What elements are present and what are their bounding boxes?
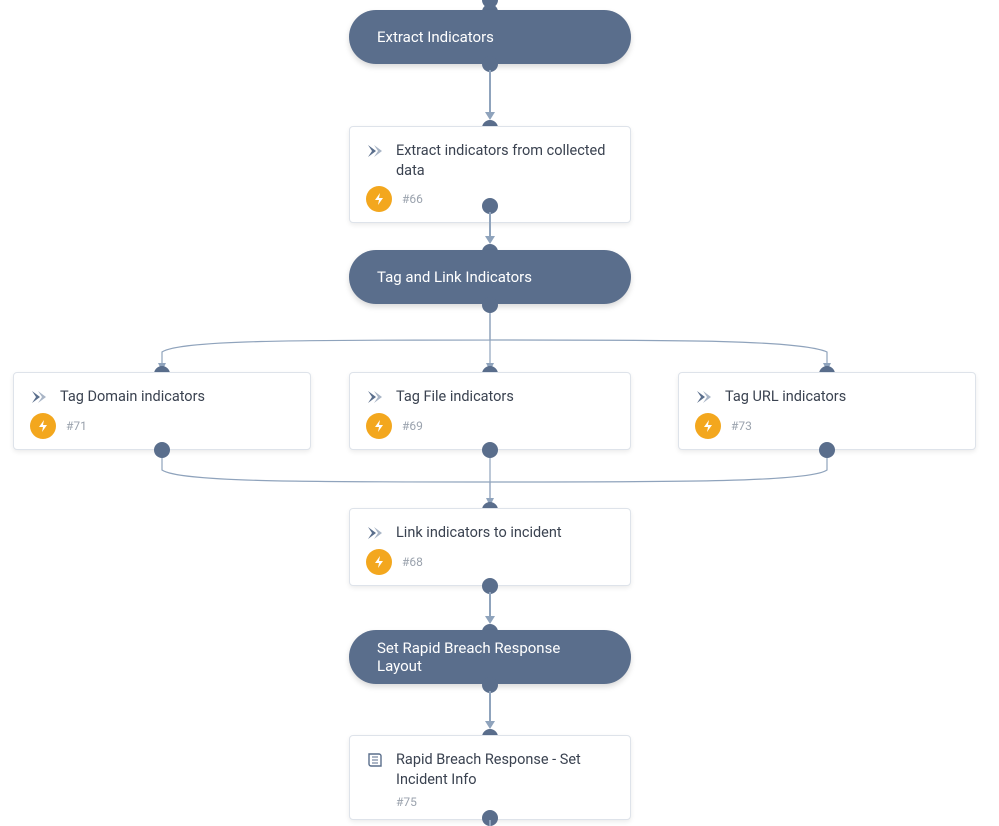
workflow-canvas: Extract Indicators Extract indicators fr… <box>0 0 999 826</box>
task-id: #69 <box>402 419 423 433</box>
connector <box>489 592 490 616</box>
connector <box>489 691 490 721</box>
task-title: Tag Domain indicators <box>60 387 205 407</box>
section-tag-and-link-indicators[interactable]: Tag and Link Indicators <box>349 250 631 304</box>
arrowhead <box>485 616 495 624</box>
chevron-right-icon <box>366 525 384 541</box>
bolt-icon <box>366 549 392 575</box>
connector <box>489 70 490 112</box>
task-title: Link indicators to incident <box>396 523 562 543</box>
bolt-icon <box>366 186 392 212</box>
port[interactable] <box>154 442 170 458</box>
task-title: Tag File indicators <box>396 387 514 407</box>
section-label: Tag and Link Indicators <box>377 268 532 286</box>
task-id: #68 <box>402 555 423 569</box>
arrowhead <box>485 721 495 729</box>
task-id: #73 <box>731 419 752 433</box>
chevron-right-icon <box>366 143 384 159</box>
arrowhead <box>485 236 495 244</box>
chevron-right-icon <box>695 389 713 405</box>
port[interactable] <box>819 442 835 458</box>
task-tag-file-indicators[interactable]: Tag File indicators #69 <box>349 372 631 450</box>
task-id: #75 <box>396 795 417 809</box>
section-label: Extract Indicators <box>377 28 494 46</box>
task-id: #66 <box>402 192 423 206</box>
task-title: Rapid Breach Response - Set Incident Inf… <box>396 750 614 789</box>
chevron-right-icon <box>30 389 48 405</box>
section-set-rapid-breach-response-layout[interactable]: Set Rapid Breach Response Layout <box>349 630 631 684</box>
bolt-icon <box>695 413 721 439</box>
task-tag-url-indicators[interactable]: Tag URL indicators #73 <box>678 372 976 450</box>
task-rapid-breach-response-set-incident-info[interactable]: Rapid Breach Response - Set Incident Inf… <box>349 735 631 820</box>
task-link-indicators-to-incident[interactable]: Link indicators to incident #68 <box>349 508 631 586</box>
chevron-right-icon <box>366 389 384 405</box>
book-icon <box>366 751 384 769</box>
task-id: #71 <box>66 419 87 433</box>
connector <box>489 212 490 236</box>
task-tag-domain-indicators[interactable]: Tag Domain indicators #71 <box>13 372 311 450</box>
section-label: Set Rapid Breach Response Layout <box>377 639 603 675</box>
port[interactable] <box>482 442 498 458</box>
connector <box>489 820 490 826</box>
task-title: Extract indicators from collected data <box>396 141 614 180</box>
port[interactable] <box>482 297 498 313</box>
task-title: Tag URL indicators <box>725 387 846 407</box>
arrowhead <box>485 112 495 120</box>
bolt-icon <box>30 413 56 439</box>
bolt-icon <box>366 413 392 439</box>
